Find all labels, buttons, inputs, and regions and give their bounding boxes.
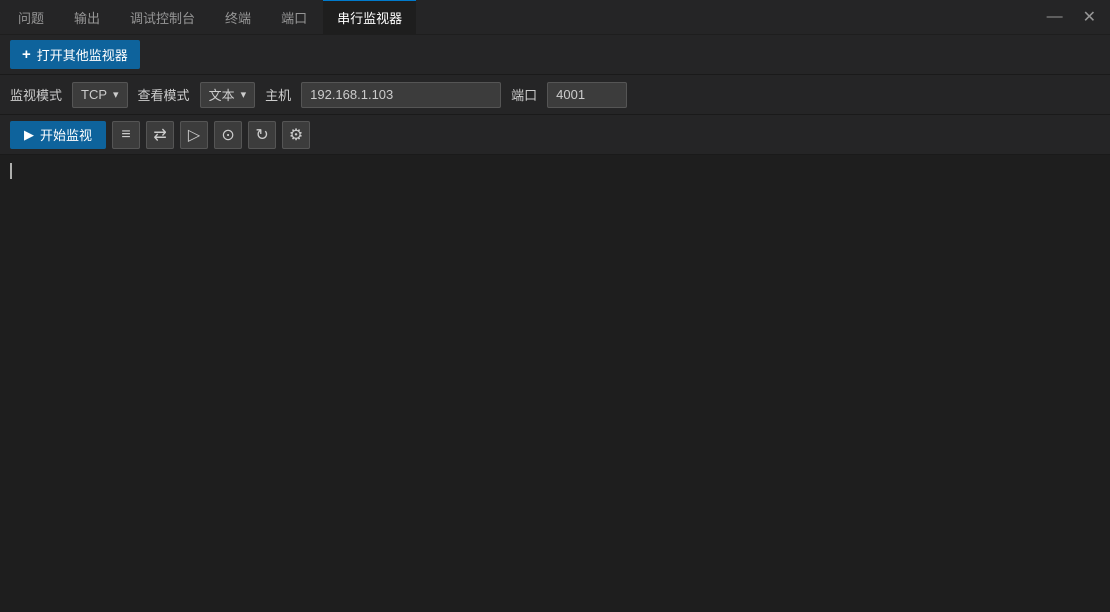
start-button-label: 开始监视: [40, 125, 92, 144]
bidirectional-icon-button[interactable]: ⇄: [146, 121, 174, 149]
minimize-button[interactable]: —: [1041, 6, 1069, 28]
text-cursor: [10, 163, 12, 179]
run-icon: ▷: [188, 125, 200, 145]
target-icon-button[interactable]: ⊙: [214, 121, 242, 149]
run-icon-button[interactable]: ▷: [180, 121, 208, 149]
open-button-label: 打开其他监视器: [37, 45, 128, 64]
toolbar-settings: 监视模式 TCP ▾ 查看模式 文本 ▾ 主机 端口: [0, 75, 1110, 115]
monitor-mode-select[interactable]: TCP ▾: [72, 82, 128, 108]
text-label: 文本: [209, 85, 235, 104]
refresh-icon: ↻: [255, 125, 268, 145]
port-label: 端口: [511, 85, 537, 104]
settings-icon-button[interactable]: ⚙: [282, 121, 310, 149]
tab-bar: 问题 输出 调试控制台 终端 端口 串行监视器 — ✕: [0, 0, 1110, 35]
filter-icon-button[interactable]: ≡: [112, 121, 140, 149]
tab-terminal[interactable]: 终端: [211, 0, 265, 34]
refresh-icon-button[interactable]: ↻: [248, 121, 276, 149]
window-controls: — ✕: [1041, 5, 1106, 29]
tcp-text: TCP: [81, 87, 107, 102]
text-chevron-icon: ▾: [241, 88, 247, 101]
start-monitor-button[interactable]: ▶ 开始监视: [10, 121, 106, 149]
play-icon: ▶: [24, 127, 34, 143]
plus-icon: +: [22, 46, 31, 63]
target-icon: ⊙: [221, 125, 234, 145]
tcp-chevron-icon: ▾: [113, 88, 119, 101]
tab-serial-monitor[interactable]: 串行监视器: [323, 0, 416, 34]
tab-output[interactable]: 输出: [60, 0, 114, 34]
main-content-area: [0, 155, 1110, 612]
port-input[interactable]: [547, 82, 627, 108]
open-other-monitor-button[interactable]: + 打开其他监视器: [10, 40, 140, 69]
host-label: 主机: [265, 85, 291, 104]
tab-debug-console[interactable]: 调试控制台: [116, 0, 209, 34]
view-mode-select[interactable]: 文本 ▾: [200, 82, 256, 108]
filter-icon: ≡: [121, 126, 130, 144]
toolbar-open-monitor: + 打开其他监视器: [0, 35, 1110, 75]
editor-cursor-line: [10, 163, 1100, 179]
settings-icon: ⚙: [289, 125, 303, 145]
tab-port[interactable]: 端口: [267, 0, 321, 34]
host-input[interactable]: [301, 82, 501, 108]
tab-problems[interactable]: 问题: [4, 0, 58, 34]
monitor-mode-label: 监视模式: [10, 85, 62, 104]
close-button[interactable]: ✕: [1077, 5, 1102, 29]
bidirectional-icon: ⇄: [153, 125, 166, 145]
view-mode-label: 查看模式: [138, 85, 190, 104]
toolbar-controls: ▶ 开始监视 ≡ ⇄ ▷ ⊙ ↻ ⚙: [0, 115, 1110, 155]
